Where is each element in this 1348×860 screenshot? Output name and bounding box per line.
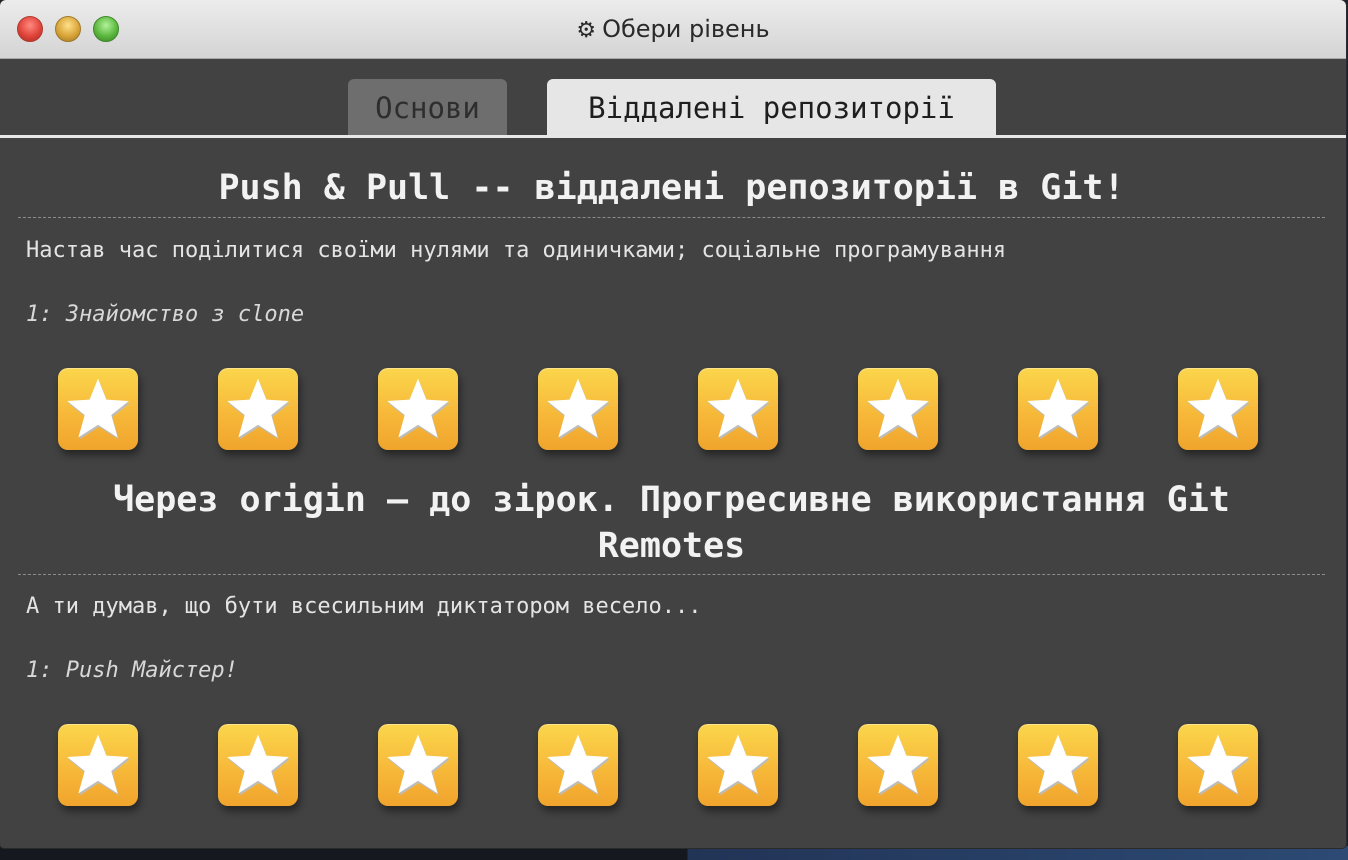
level-label: 1: Push Майстер!: [26, 658, 238, 683]
section-description: А ти думав, що бути всесильним диктаторо…: [26, 594, 702, 619]
level-5-button[interactable]: [698, 368, 778, 450]
section-divider: [18, 217, 1325, 218]
level-5-button[interactable]: [698, 724, 778, 806]
level-3-button[interactable]: [378, 724, 458, 806]
section-divider: [18, 574, 1325, 575]
level-1-button[interactable]: [58, 724, 138, 806]
level-7-button[interactable]: [1018, 368, 1098, 450]
level-6-button[interactable]: [858, 724, 938, 806]
tab-remote-repositories[interactable]: Віддалені репозиторії: [547, 79, 996, 135]
level-8-button[interactable]: [1178, 724, 1258, 806]
level-1-button[interactable]: [58, 368, 138, 450]
title-bar: ⚙ Обери рівень: [0, 0, 1346, 59]
desktop-background: [0, 846, 1348, 860]
level-4-button[interactable]: [538, 368, 618, 450]
level-select-window: ⚙ Обери рівень Основи Віддалені репозитор…: [0, 0, 1346, 848]
section-title: Push & Pull -- віддалені репозиторії в G…: [218, 168, 1125, 208]
level-8-button[interactable]: [1178, 368, 1258, 450]
window-title: ⚙ Обери рівень: [0, 0, 1346, 60]
section-title: Через origin – до зірок. Прогресивне вик…: [113, 480, 1230, 566]
tab-bar: Основи Віддалені репозиторії: [0, 59, 1346, 138]
tab-basics[interactable]: Основи: [348, 79, 507, 135]
level-7-button[interactable]: [1018, 724, 1098, 806]
section-description: Настав час поділитися своїми нулями та о…: [26, 238, 1007, 263]
window-title-text: Обери рівень: [602, 15, 770, 43]
section-push-pull: Push & Pull -- віддалені репозиторії в G…: [18, 165, 1325, 211]
level-label: 1: Знайомство з clone: [26, 302, 305, 327]
level-2-button[interactable]: [218, 724, 298, 806]
gear-icon: ⚙: [576, 18, 597, 43]
level-4-button[interactable]: [538, 724, 618, 806]
level-6-button[interactable]: [858, 368, 938, 450]
section-origin: Через origin – до зірок. Прогресивне вик…: [18, 477, 1325, 569]
level-2-button[interactable]: [218, 368, 298, 450]
level-3-button[interactable]: [378, 368, 458, 450]
